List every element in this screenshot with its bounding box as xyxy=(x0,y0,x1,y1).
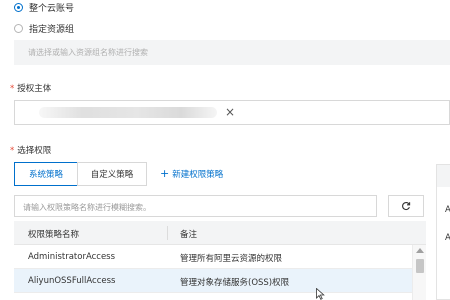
radio-button-unchecked[interactable] xyxy=(14,23,23,33)
policy-table-header: 权限策略名称 备注 xyxy=(14,221,426,245)
policy-note-cell: 管理所有阿里云资源的权限 xyxy=(180,254,283,264)
refresh-button[interactable] xyxy=(388,195,424,217)
selected-policies-panel: A A xyxy=(436,164,450,300)
new-policy-label: 新建权限策略 xyxy=(172,170,224,180)
policy-search-input[interactable]: 请输入权限策略名称进行模糊搜索。 xyxy=(14,195,377,217)
refresh-icon xyxy=(402,202,411,211)
plus-icon: + xyxy=(160,167,170,180)
radio-label-resource-group: 指定资源组 xyxy=(29,24,75,35)
scrollbar-thumb[interactable] xyxy=(416,259,424,273)
tab-system-policy[interactable]: 系统策略 xyxy=(14,162,78,186)
principal-input[interactable]: × xyxy=(14,100,450,125)
column-header-policy-name: 权限策略名称 xyxy=(28,230,80,240)
column-divider xyxy=(167,226,168,240)
close-icon[interactable]: × xyxy=(225,105,235,119)
tab-custom-policy[interactable]: 自定义策略 xyxy=(77,162,147,186)
table-row[interactable]: AdministratorAccess 管理所有阿里云资源的权限 xyxy=(14,245,412,269)
radio-whole-account[interactable]: 整个云账号 xyxy=(14,0,74,14)
radio-button-checked[interactable] xyxy=(14,2,23,12)
resource-group-placeholder: 请选择或输入资源组名称进行搜索 xyxy=(28,48,148,57)
new-policy-link[interactable]: + 新建权限策略 xyxy=(160,168,223,180)
principal-tag-redacted xyxy=(39,107,217,118)
radio-resource-group[interactable]: 指定资源组 xyxy=(14,21,74,35)
selected-item-text: A xyxy=(445,233,450,243)
table-row[interactable]: AliyunOSSFullAccess 管理对象存储服务(OSS)权限 xyxy=(14,269,412,293)
resource-group-select[interactable]: 请选择或输入资源组名称进行搜索 xyxy=(14,40,450,65)
column-header-note: 备注 xyxy=(180,230,198,240)
policy-search-placeholder: 请输入权限策略名称进行模糊搜索。 xyxy=(23,203,151,212)
principal-label: * 授权主体 xyxy=(10,84,52,94)
policy-note-cell: 管理对象存储服务(OSS)权限 xyxy=(180,278,290,288)
selected-item-text: A xyxy=(445,205,450,215)
radio-label-whole-account: 整个云账号 xyxy=(29,3,75,14)
mouse-cursor-icon xyxy=(316,288,325,300)
scroll-up-arrow-icon[interactable] xyxy=(416,248,424,253)
selected-panel-header xyxy=(437,165,450,187)
policy-name-cell: AdministratorAccess xyxy=(28,252,116,262)
policy-name-cell: AliyunOSSFullAccess xyxy=(28,276,116,286)
table-scrollbar[interactable] xyxy=(412,245,426,300)
permissions-label: * 选择权限 xyxy=(10,146,52,156)
